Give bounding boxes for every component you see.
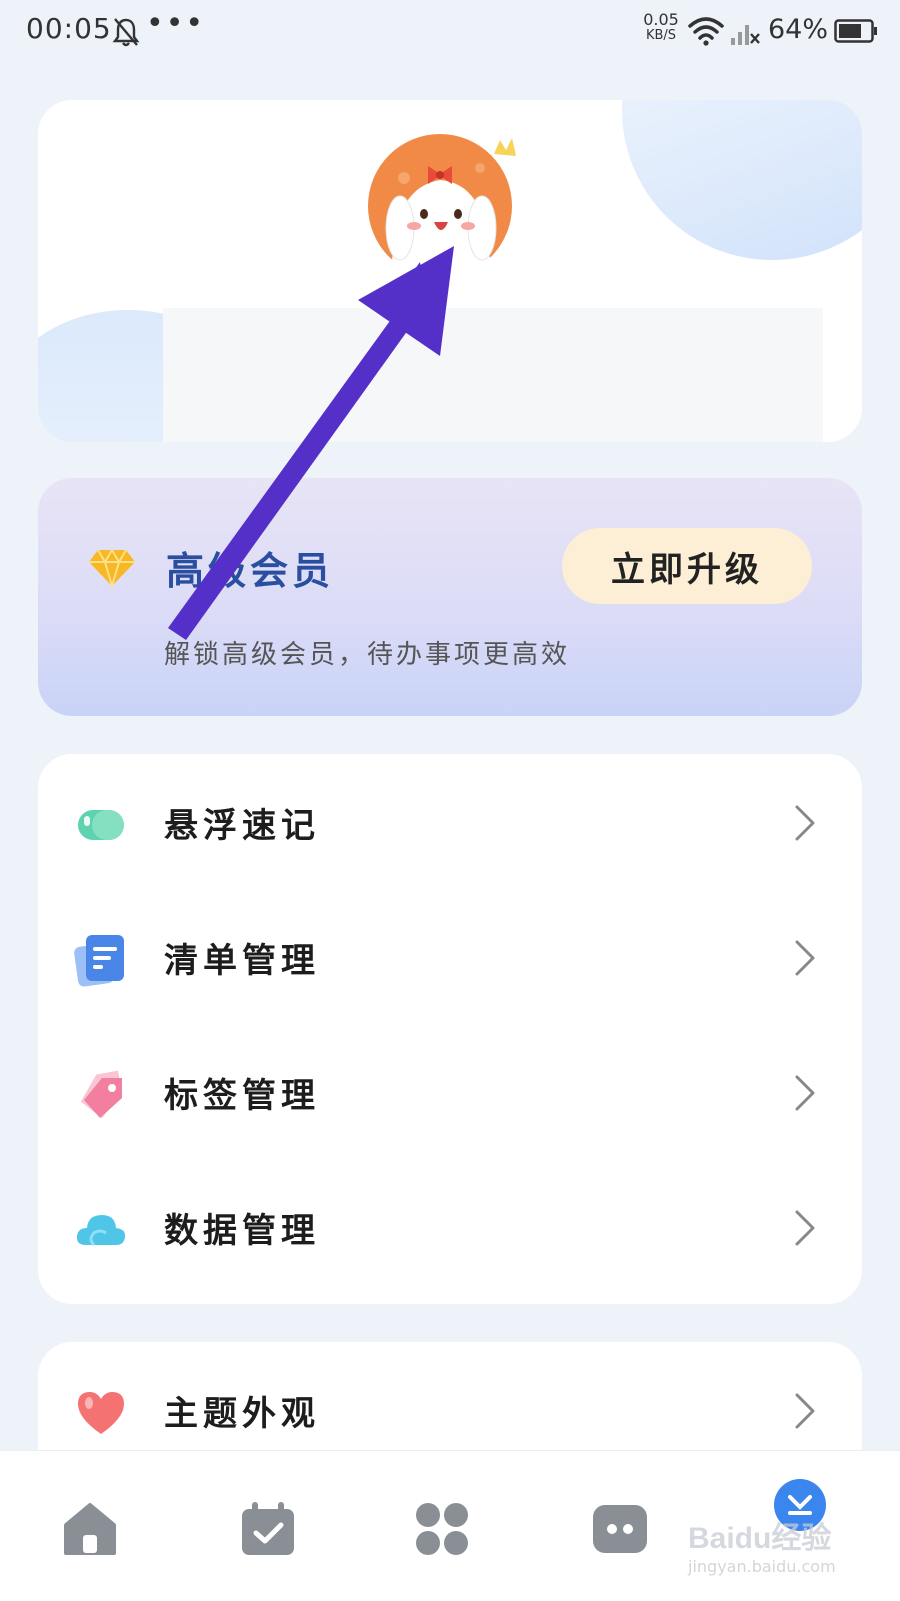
chevron-right-icon	[795, 940, 815, 976]
menu-item-label: 数据管理	[164, 1211, 320, 1251]
chevron-right-icon	[795, 1210, 815, 1246]
home-icon[interactable]	[60, 1499, 120, 1559]
status-bar: 00:05 ••• 0.05 KB/S 64%	[0, 0, 900, 70]
bottom-nav: Baidu经验 jingyan.baidu.com	[0, 1450, 900, 1601]
menu-item-floating-note[interactable]: 悬浮速记	[38, 754, 862, 892]
menu-item-label: 清单管理	[164, 941, 320, 981]
upgrade-button[interactable]: 立即升级	[562, 528, 812, 604]
cloud-icon	[76, 1215, 126, 1247]
blurred-username	[163, 308, 823, 442]
battery-icon	[834, 19, 877, 43]
premium-title: 高级会员	[166, 549, 335, 593]
wifi-icon	[688, 17, 724, 46]
chat-icon[interactable]	[590, 1499, 650, 1559]
bell-muted-icon	[112, 18, 140, 47]
floating-note-icon	[78, 810, 124, 840]
chevron-right-icon	[795, 1075, 815, 1111]
menu-item-data[interactable]: 数据管理	[38, 1159, 862, 1297]
heart-icon	[78, 1392, 124, 1434]
apps-icon[interactable]	[412, 1499, 472, 1559]
battery-percent: 64%	[768, 14, 829, 45]
status-time: 00:05	[26, 12, 112, 45]
more-dots-icon: •••	[146, 6, 206, 41]
watermark: Baidu经验 jingyan.baidu.com	[688, 1522, 836, 1576]
decor-blob	[622, 100, 862, 260]
list-icon	[74, 935, 124, 987]
profile-card[interactable]	[38, 100, 862, 442]
diamond-icon	[89, 548, 135, 588]
chevron-right-icon	[795, 805, 815, 841]
chevron-right-icon	[795, 1393, 815, 1429]
menu-item-list[interactable]: 清单管理	[38, 889, 862, 1027]
tag-icon	[80, 1070, 122, 1119]
menu-item-tag[interactable]: 标签管理	[38, 1024, 862, 1162]
premium-card[interactable]: 高级会员 立即升级 解锁高级会员，待办事项更高效	[38, 478, 862, 716]
calendar-check-icon[interactable]	[238, 1499, 298, 1559]
net-speed: 0.05 KB/S	[643, 10, 679, 44]
bunny-avatar-icon[interactable]	[368, 128, 520, 280]
menu-card: 悬浮速记 清单管理 标签管理 数据管理	[38, 754, 862, 1304]
signal-icon	[731, 25, 760, 45]
menu-item-label: 主题外观	[164, 1394, 320, 1434]
premium-subtitle: 解锁高级会员，待办事项更高效	[164, 640, 571, 670]
menu-item-label: 悬浮速记	[164, 806, 320, 846]
menu-item-label: 标签管理	[164, 1076, 320, 1116]
